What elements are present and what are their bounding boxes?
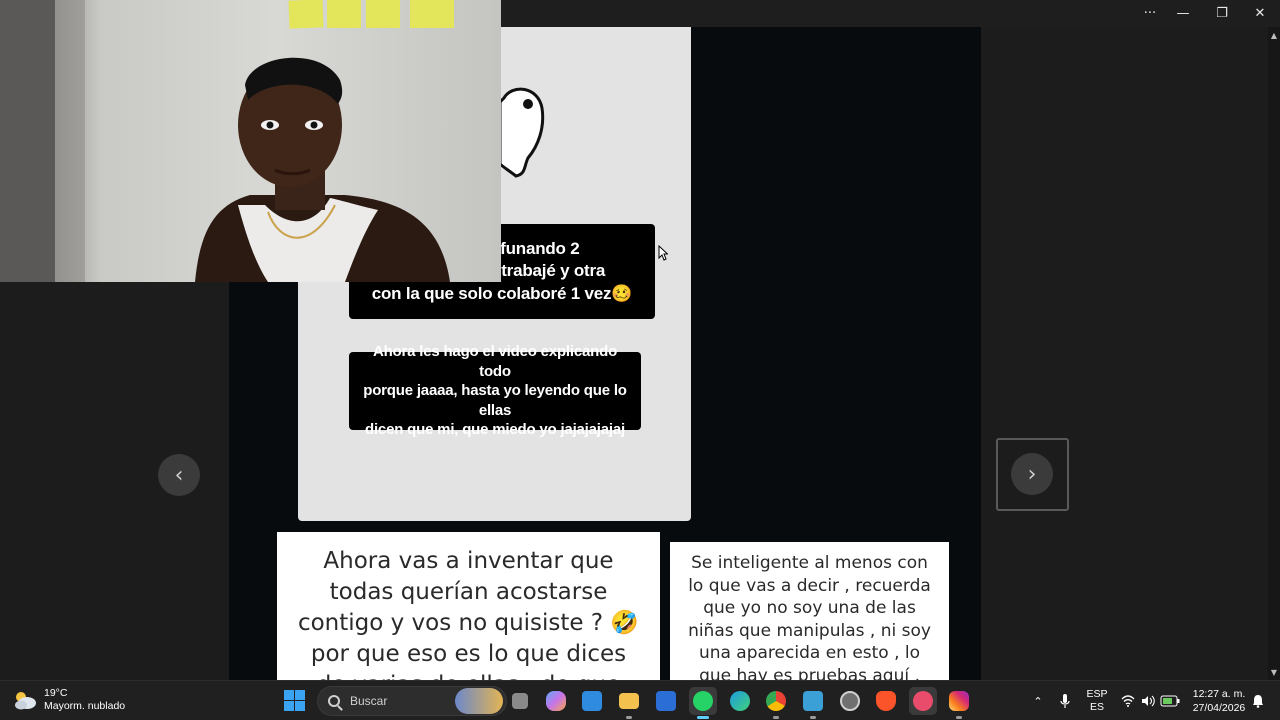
weather-temperature: 19°C <box>44 687 68 699</box>
search-icon <box>328 695 340 707</box>
language-code: ESP <box>1086 688 1108 700</box>
notifications-icon[interactable] <box>1250 681 1266 720</box>
microphone-icon[interactable] <box>1057 681 1073 720</box>
scroll-up-icon[interactable]: ▲ <box>1268 29 1280 41</box>
quote-card: Ahora vas a inventar que todas querían a… <box>277 532 660 680</box>
whatsapp-icon[interactable] <box>689 687 717 719</box>
microsoft-store-icon[interactable] <box>578 687 606 715</box>
webcam-overlay <box>0 0 501 282</box>
close-button[interactable]: ✕ <box>1241 0 1279 27</box>
system-clock[interactable]: 12:27 a. m. 27/04/2026 <box>1188 687 1250 715</box>
cloudy-weather-icon <box>12 689 38 711</box>
edge-icon[interactable] <box>726 687 754 715</box>
chevron-up-icon[interactable]: ⌃ <box>1030 681 1046 720</box>
previous-button[interactable]: ‹ <box>158 454 200 496</box>
weather-description: Mayorm. nublado <box>44 700 126 712</box>
instagram-icon[interactable] <box>945 687 973 719</box>
wifi-icon[interactable] <box>1120 681 1136 720</box>
clock-date: 27/04/2026 <box>1192 702 1246 714</box>
battery-icon[interactable] <box>1159 681 1181 720</box>
volume-icon[interactable] <box>1140 681 1156 720</box>
mouse-cursor-icon <box>658 245 668 261</box>
file-explorer-icon[interactable] <box>615 687 643 719</box>
brave-icon[interactable] <box>872 687 900 715</box>
weather-widget[interactable]: 19°C Mayorm. nublado <box>12 687 125 713</box>
quote-card: Se inteligente al menos con lo que vas a… <box>670 542 949 680</box>
clock-time: 12:27 a. m. <box>1192 688 1246 700</box>
maximize-button[interactable]: ❐ <box>1203 0 1241 27</box>
next-button[interactable]: › <box>1011 453 1053 495</box>
story-text-bubble: Ahora les hago el video explicando todo … <box>349 343 641 438</box>
chrome-icon[interactable] <box>762 687 790 719</box>
scroll-down-icon[interactable]: ▼ <box>1268 666 1280 678</box>
start-button[interactable] <box>284 690 306 712</box>
copilot-icon[interactable] <box>542 687 570 715</box>
task-view-icon[interactable] <box>506 687 534 715</box>
camera-app-icon[interactable] <box>909 687 937 715</box>
ghost-sticker-icon <box>498 87 545 178</box>
pen-app-icon[interactable] <box>652 687 680 715</box>
minimize-button[interactable]: — <box>1164 0 1202 27</box>
taskbar: 19°C Mayorm. nublado Buscar ⌃ ESP ES 12:… <box>0 680 1280 720</box>
photos-icon[interactable] <box>799 687 827 719</box>
keyboard-layout: ES <box>1089 701 1104 713</box>
search-placeholder: Buscar <box>350 694 388 708</box>
capture-icon[interactable] <box>836 687 864 715</box>
person-silhouette <box>0 0 450 282</box>
vertical-scrollbar[interactable]: ▲ ▼ <box>1268 27 1280 680</box>
language-indicator[interactable]: ESP ES <box>1084 681 1110 720</box>
search-highlight-icon <box>455 688 503 714</box>
